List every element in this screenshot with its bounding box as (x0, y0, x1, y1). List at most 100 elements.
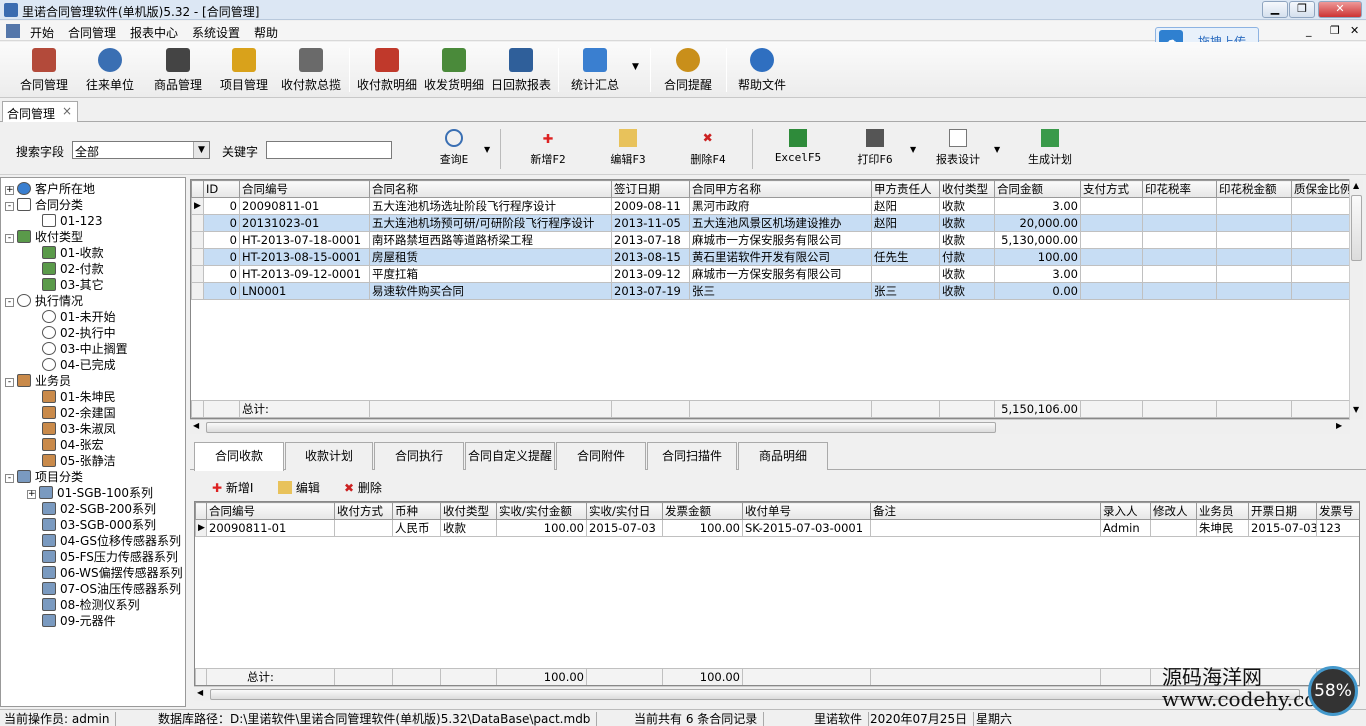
toolbar-payment-detail-button[interactable]: 收付款明细 (354, 46, 420, 96)
add-button[interactable]: ✚ 新增F2 (526, 129, 570, 167)
column-header[interactable]: 合同金额 (994, 180, 1081, 198)
tree-node[interactable]: 04-已完成 (27, 357, 116, 373)
mdi-min-icon[interactable]: _ (1306, 24, 1312, 37)
column-header[interactable]: 收付类型 (440, 502, 497, 520)
tree-node[interactable]: - 执行情况 (5, 293, 83, 309)
table-row[interactable]: ▶ 0 20090811-01 五大连池机场选址阶段飞行程序设计 2009-08-11 黑… (191, 197, 1349, 215)
grid1-vertical-scrollbar[interactable]: ▲ ▼ (1349, 179, 1363, 419)
excel-button[interactable]: ExcelF5 (774, 129, 822, 164)
mdi-close-icon[interactable]: ✕ (1350, 24, 1359, 37)
tab-close-icon[interactable]: × (62, 104, 72, 118)
tree-node[interactable]: 03-中止搁置 (27, 341, 128, 357)
tree-node[interactable]: 04-张宏 (27, 437, 104, 453)
tree-node[interactable]: 02-付款 (27, 261, 104, 277)
tree-node[interactable]: 02-余建国 (27, 405, 116, 421)
column-header[interactable]: 实收/实付日 (586, 502, 663, 520)
toolbar-reminder-button[interactable]: 合同提醒 (660, 46, 716, 96)
tree-node[interactable]: 03-朱淑凤 (27, 421, 116, 437)
scroll-down-icon[interactable]: ▼ (1353, 405, 1359, 414)
column-header[interactable]: 印花税率 (1142, 180, 1217, 198)
column-header[interactable]: 备注 (870, 502, 1101, 520)
tab-contract-management[interactable]: 合同管理 × (2, 101, 78, 122)
generate-plan-button[interactable]: 生成计划 (1022, 129, 1078, 167)
toolbar-contract-button[interactable]: 合同管理 (16, 46, 72, 96)
scroll-thumb[interactable] (1351, 195, 1362, 261)
collapse-icon[interactable]: - (5, 202, 14, 211)
edit-button[interactable]: 编辑F3 (606, 129, 650, 167)
tree-node[interactable]: 04-GS位移传感器系列 (27, 533, 181, 549)
expand-icon[interactable]: + (5, 186, 14, 195)
menu-contract[interactable]: 合同管理 (68, 24, 116, 41)
column-header[interactable]: 币种 (392, 502, 441, 520)
tree-node[interactable]: - 业务员 (5, 373, 71, 389)
collapse-icon[interactable]: - (5, 234, 14, 243)
close-button[interactable]: ✕ (1318, 1, 1362, 18)
report-dropdown-icon[interactable]: ▼ (994, 145, 1000, 154)
column-header[interactable]: 收付单号 (742, 502, 871, 520)
column-header[interactable]: 合同名称 (369, 180, 612, 198)
tree-node[interactable]: 01-未开始 (27, 309, 116, 325)
column-header[interactable]: 收付方式 (334, 502, 393, 520)
column-header[interactable]: 实收/实付金额 (496, 502, 587, 520)
toolbar-partner-button[interactable]: 往来单位 (82, 46, 138, 96)
tree-node[interactable]: 03-其它 (27, 277, 104, 293)
column-header[interactable]: 合同编号 (239, 180, 370, 198)
maximize-button[interactable]: ❐ (1289, 1, 1315, 18)
grid1-horizontal-scrollbar[interactable]: ◀ ▶ (190, 419, 1350, 434)
detail-tab[interactable]: 收款计划 (285, 442, 373, 470)
table-row[interactable]: 0 HT-2013-08-15-0001 房屋租赁 2013-08-15 黄石里诺软件开… (191, 248, 1349, 266)
column-header[interactable]: 发票号 (1316, 502, 1359, 520)
print-button[interactable]: 打印F6 (854, 129, 896, 167)
tree-node[interactable]: 03-SGB-000系列 (27, 517, 156, 533)
detail-tab[interactable]: 商品明细 (738, 442, 828, 470)
minimize-button[interactable]: ▁ (1262, 1, 1288, 18)
column-header[interactable]: 支付方式 (1080, 180, 1143, 198)
detail-tab[interactable]: 合同执行 (374, 442, 464, 470)
detail-tab[interactable]: 合同扫描件 (647, 442, 737, 470)
column-header[interactable]: 开票日期 (1248, 502, 1317, 520)
detail-edit-button[interactable]: 编辑 (278, 479, 320, 496)
performance-gauge[interactable]: 58% (1308, 666, 1358, 716)
tree-node[interactable]: +01-SGB-100系列 (27, 485, 153, 501)
search-field-select[interactable]: 全部 ▼ (72, 141, 210, 159)
tree-node[interactable]: - 项目分类 (5, 469, 83, 485)
menu-help[interactable]: 帮助 (254, 24, 278, 41)
column-header[interactable]: 发票金额 (662, 502, 743, 520)
tree-node[interactable]: - 合同分类 (5, 197, 83, 213)
menu-settings[interactable]: 系统设置 (192, 24, 240, 41)
scroll-right-icon[interactable]: ▶ (1336, 421, 1342, 430)
column-header[interactable]: 印花税金额 (1216, 180, 1292, 198)
toolbar-project-button[interactable]: 项目管理 (216, 46, 272, 96)
tree-node[interactable]: 02-执行中 (27, 325, 116, 341)
keyword-input[interactable] (266, 141, 392, 159)
chevron-down-icon[interactable]: ▼ (193, 142, 209, 158)
scroll-left-icon[interactable]: ◀ (197, 688, 203, 697)
tree-node[interactable]: 05-FS压力传感器系列 (27, 549, 178, 565)
column-header[interactable]: 签订日期 (611, 180, 690, 198)
tree-node[interactable]: 09-元器件 (27, 613, 116, 629)
collapse-icon[interactable]: - (5, 474, 14, 483)
scroll-left-icon[interactable]: ◀ (193, 421, 199, 430)
tree-node[interactable]: + 客户所在地 (5, 181, 95, 197)
toolbar-statistics-button[interactable]: 统计汇总 (566, 46, 624, 96)
collapse-icon[interactable]: - (5, 378, 14, 387)
tree-node[interactable]: - 收付类型 (5, 229, 83, 245)
column-header[interactable]: ID (203, 180, 240, 198)
column-header[interactable]: 修改人 (1150, 502, 1197, 520)
tree-node[interactable]: 07-OS油压传感器系列 (27, 581, 181, 597)
detail-delete-button[interactable]: ✖ 删除 (344, 479, 382, 496)
menu-start[interactable]: 开始 (30, 24, 54, 41)
column-header[interactable]: 业务员 (1196, 502, 1249, 520)
print-dropdown-icon[interactable]: ▼ (910, 145, 916, 154)
column-header[interactable]: 录入人 (1100, 502, 1151, 520)
delete-button[interactable]: ✖ 删除F4 (686, 129, 730, 167)
table-row[interactable]: ▶ 20090811-01 人民币 收款 100.00 2015-07-03 100.00 S… (195, 519, 1359, 537)
statistics-dropdown-icon[interactable]: ▼ (632, 62, 639, 72)
tree-node[interactable]: 01-123 (27, 213, 103, 229)
column-header[interactable]: 甲方责任人 (871, 180, 940, 198)
detail-tab[interactable]: 合同自定义提醒 (465, 442, 555, 470)
scroll-thumb[interactable] (206, 422, 996, 433)
tree-node[interactable]: 02-SGB-200系列 (27, 501, 156, 517)
tree-node[interactable]: 08-检测仪系列 (27, 597, 140, 613)
detail-add-button[interactable]: ✚ 新增I (212, 479, 253, 496)
